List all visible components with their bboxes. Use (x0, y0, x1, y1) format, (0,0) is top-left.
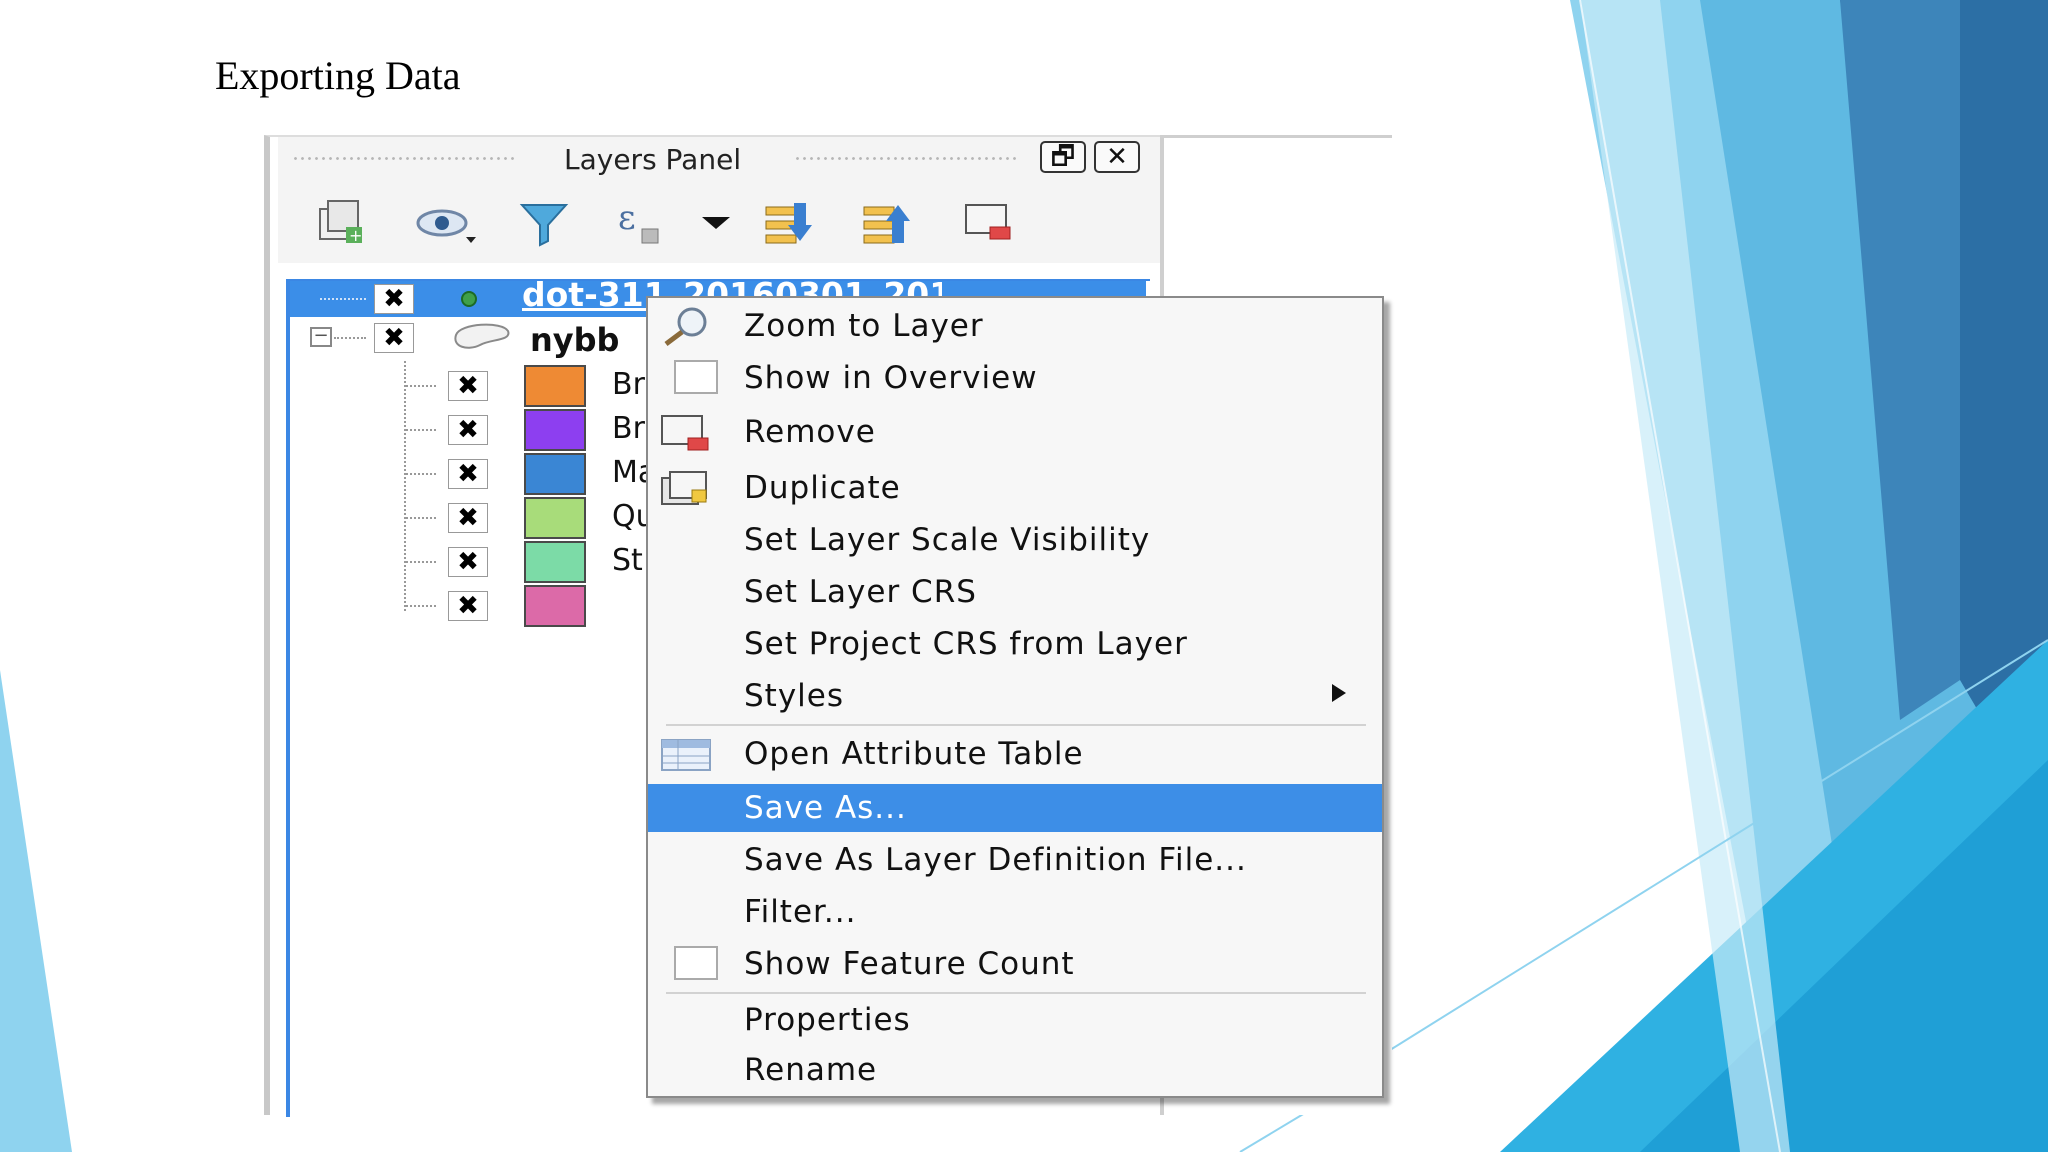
panel-header[interactable]: Layers Panel 🗗 ✕ (278, 137, 1166, 181)
menu-item-set-project-crs[interactable]: Set Project CRS from Layer (648, 620, 1382, 668)
layer-checkbox[interactable]: ✖ (374, 284, 414, 314)
menu-item-set-layer-crs[interactable]: Set Layer CRS (648, 568, 1382, 616)
submenu-arrow-icon (1332, 684, 1346, 702)
menu-item-save-as-layer-definition[interactable]: Save As Layer Definition File... (648, 836, 1382, 884)
legend-label: St (612, 543, 643, 578)
eye-visibility-icon[interactable] (414, 195, 480, 251)
feature-count-checkbox[interactable] (674, 946, 718, 980)
layers-toolbar: + ε (278, 181, 1166, 263)
menu-item-open-attribute-table[interactable]: Open Attribute Table (648, 730, 1382, 778)
collapse-toggle[interactable]: − (310, 327, 332, 347)
table-icon (661, 739, 711, 771)
duplicate-icon (661, 471, 707, 505)
zoom-icon (664, 307, 707, 346)
color-swatch (524, 541, 586, 583)
svg-text:+: + (349, 226, 362, 245)
group-checkbox[interactable]: ✖ (374, 323, 414, 353)
legend-checkbox[interactable]: ✖ (448, 591, 488, 621)
legend-checkbox[interactable]: ✖ (448, 371, 488, 401)
filter-icon[interactable] (516, 195, 572, 251)
collapse-all-icon[interactable] (858, 195, 914, 251)
dropdown-arrow-icon[interactable] (698, 195, 734, 251)
legend-label: Br (612, 411, 645, 446)
polygon-layer-icon (454, 323, 510, 349)
menu-item-styles[interactable]: Styles (648, 672, 1382, 720)
color-swatch (524, 585, 586, 627)
menu-item-zoom-to-layer[interactable]: Zoom to Layer (648, 302, 1382, 350)
menu-item-save-as[interactable]: Save As... (648, 784, 1382, 832)
drag-handle-left[interactable] (292, 155, 518, 163)
svg-text:ε: ε (618, 198, 636, 238)
remove-icon (661, 415, 709, 451)
color-swatch (524, 497, 586, 539)
drag-handle-right[interactable] (794, 155, 1020, 163)
legend-checkbox[interactable]: ✖ (448, 459, 488, 489)
expand-all-icon[interactable] (760, 195, 816, 251)
menu-item-show-feature-count[interactable]: Show Feature Count (648, 940, 1382, 988)
legend-checkbox[interactable]: ✖ (448, 415, 488, 445)
color-swatch (524, 365, 586, 407)
legend-checkbox[interactable]: ✖ (448, 503, 488, 533)
slide-title: Exporting Data (215, 53, 461, 98)
restore-button[interactable]: 🗗 (1040, 141, 1086, 173)
menu-item-show-in-overview[interactable]: Show in Overview (648, 354, 1382, 402)
legend-label: Br (612, 367, 645, 402)
point-layer-icon (461, 291, 477, 307)
add-group-icon[interactable]: + (314, 195, 370, 251)
menu-item-properties[interactable]: Properties (648, 996, 1382, 1044)
group-layer-name[interactable]: nybb (530, 321, 619, 359)
layer-context-menu: Zoom to Layer Show in Overview Remove Du… (646, 296, 1384, 1098)
color-swatch (524, 409, 586, 451)
color-swatch (524, 453, 586, 495)
menu-item-rename[interactable]: Rename (648, 1046, 1382, 1094)
remove-layer-icon[interactable] (962, 195, 1018, 251)
menu-separator (666, 992, 1366, 994)
overview-checkbox[interactable] (674, 360, 718, 394)
menu-separator (666, 724, 1366, 726)
panel-title: Layers Panel (564, 143, 742, 176)
menu-item-duplicate[interactable]: Duplicate (648, 464, 1382, 512)
legend-checkbox[interactable]: ✖ (448, 547, 488, 577)
menu-item-set-layer-scale-visibility[interactable]: Set Layer Scale Visibility (648, 516, 1382, 564)
menu-item-remove[interactable]: Remove (648, 408, 1382, 456)
expression-icon[interactable]: ε (612, 195, 668, 251)
menu-item-filter[interactable]: Filter... (648, 888, 1382, 936)
close-button[interactable]: ✕ (1094, 141, 1140, 173)
